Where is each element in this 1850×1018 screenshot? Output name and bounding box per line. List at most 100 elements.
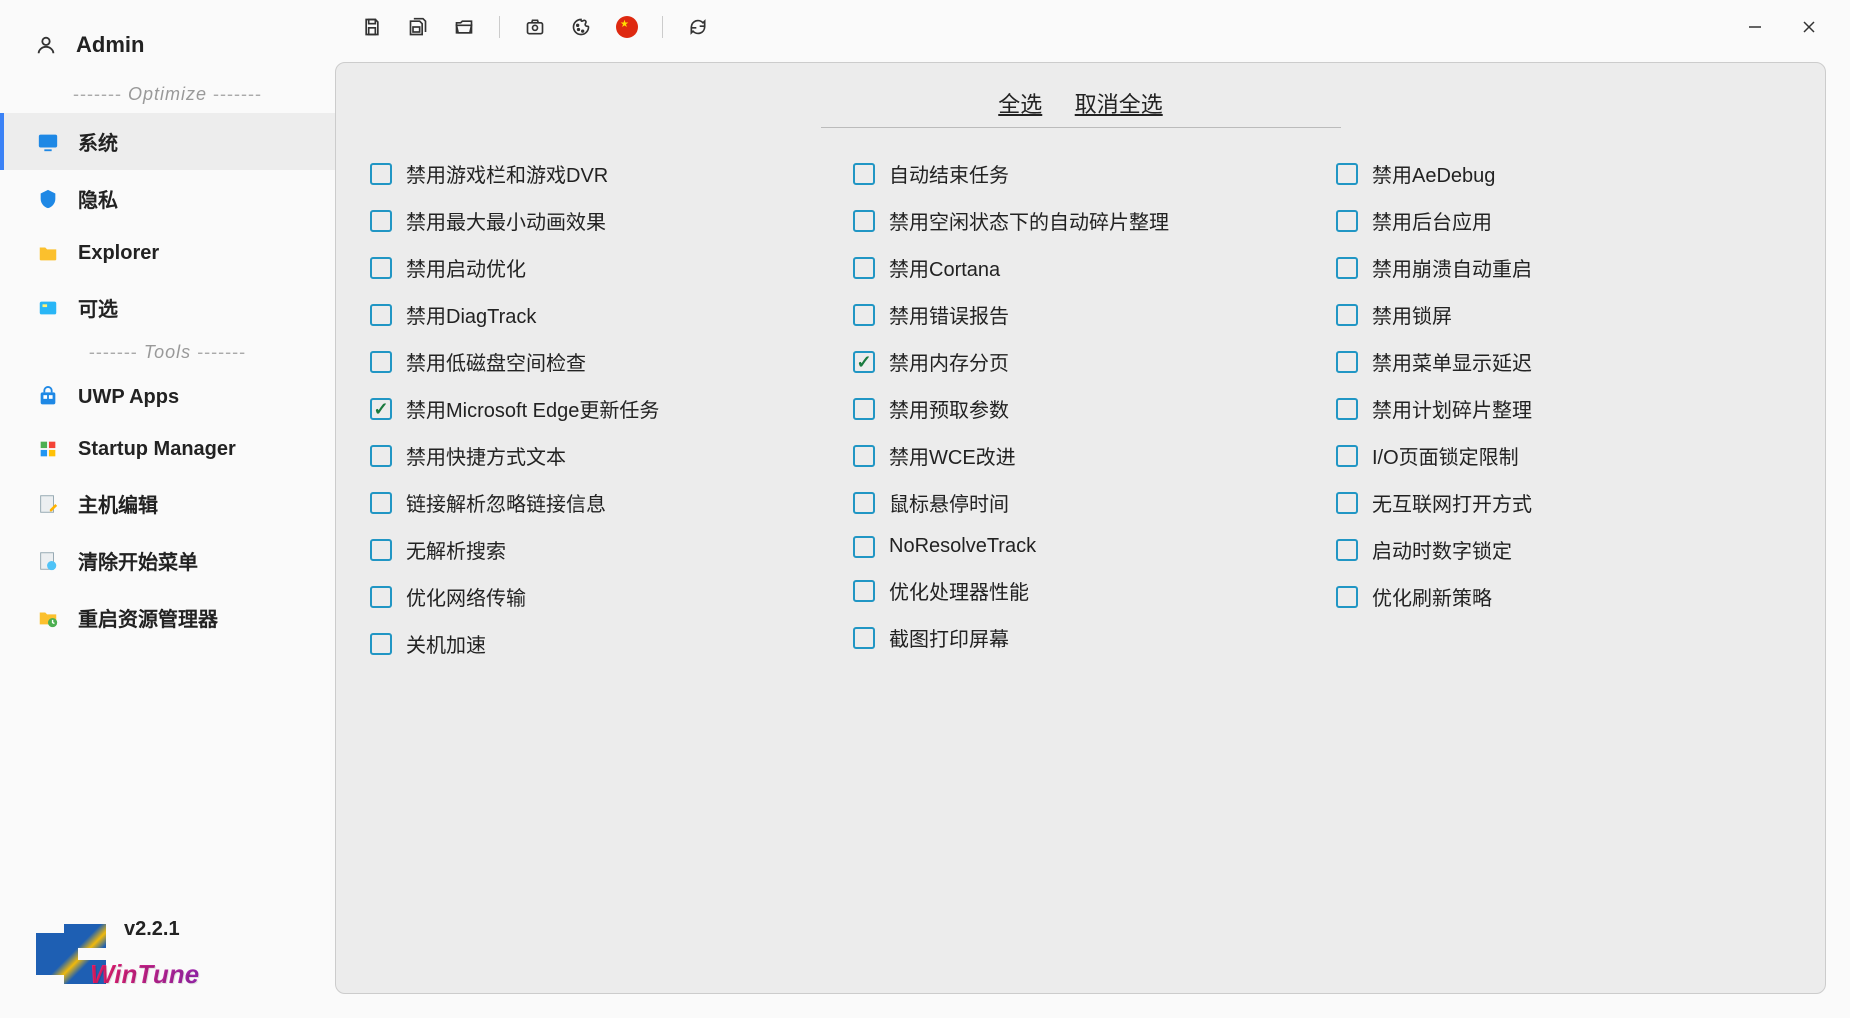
checkbox-option[interactable]: 禁用错误报告: [849, 291, 1312, 338]
checkbox-icon: [1336, 210, 1358, 232]
clean-icon: [36, 549, 60, 573]
nav-system[interactable]: 系统: [0, 113, 335, 170]
checkbox-icon: [370, 304, 392, 326]
logo-text: WinTune: [90, 959, 199, 990]
nav-optional[interactable]: 可选: [0, 279, 335, 336]
checkbox-option[interactable]: 禁用启动优化: [366, 244, 829, 291]
checkbox-label: 启动时数字锁定: [1372, 535, 1512, 564]
checkbox-option[interactable]: 优化网络传输: [366, 573, 829, 620]
checkbox-option[interactable]: 链接解析忽略链接信息: [366, 479, 829, 526]
checkbox-option[interactable]: 截图打印屏幕: [849, 614, 1312, 661]
checkbox-option[interactable]: 无解析搜索: [366, 526, 829, 573]
checkbox-label: 禁用崩溃自动重启: [1372, 253, 1532, 282]
checkbox-option[interactable]: 禁用锁屏: [1332, 291, 1795, 338]
checkbox-column: 禁用AeDebug 禁用后台应用禁用崩溃自动重启禁用锁屏禁用菜单显示延迟禁用计划碎…: [1332, 150, 1795, 667]
checkbox-option[interactable]: 禁用Cortana: [849, 244, 1312, 291]
select-all-link[interactable]: 全选: [998, 92, 1042, 117]
content-panel: 全选 取消全选 禁用游戏栏和游戏DVR 禁用最大最小动画效果禁用启动优化禁用Dia…: [335, 62, 1826, 994]
checkbox-label: 无互联网打开方式: [1372, 488, 1532, 517]
checkbox-icon: [1336, 492, 1358, 514]
nav-label: 系统: [78, 127, 118, 156]
checkbox-option[interactable]: 优化刷新策略: [1332, 573, 1795, 620]
checkbox-icon: [370, 539, 392, 561]
checkbox-label: 关机加速: [406, 629, 486, 658]
shield-icon: [36, 187, 60, 211]
panel-header: 全选 取消全选: [366, 87, 1795, 119]
checkbox-icon: [370, 163, 392, 185]
save-all-button[interactable]: [399, 8, 437, 46]
theme-button[interactable]: [562, 8, 600, 46]
checkbox-icon: [1336, 163, 1358, 185]
flag-cn-icon: [616, 16, 638, 38]
checkbox-label: 优化刷新策略: [1372, 582, 1492, 611]
checkbox-option[interactable]: 禁用内存分页: [849, 338, 1312, 385]
checkbox-option[interactable]: 禁用DiagTrack: [366, 291, 829, 338]
checkbox-option[interactable]: 禁用预取参数: [849, 385, 1312, 432]
checkbox-label: I/O页面锁定限制: [1372, 441, 1519, 470]
nav-restart-explorer[interactable]: 重启资源管理器: [0, 589, 335, 646]
checkbox-option[interactable]: 自动结束任务: [849, 150, 1312, 197]
checkbox-column: 禁用游戏栏和游戏DVR 禁用最大最小动画效果禁用启动优化禁用DiagTrack 禁用…: [366, 150, 829, 667]
checkbox-icon: [370, 586, 392, 608]
checkbox-icon: [853, 210, 875, 232]
checkbox-option[interactable]: 禁用计划碎片整理: [1332, 385, 1795, 432]
checkbox-option[interactable]: 禁用快捷方式文本: [366, 432, 829, 479]
checkbox-option[interactable]: 禁用最大最小动画效果: [366, 197, 829, 244]
nav-startup[interactable]: Startup Manager: [0, 423, 335, 475]
nav-uwp[interactable]: UWP Apps: [0, 371, 335, 423]
nav-clearstart[interactable]: 清除开始菜单: [0, 532, 335, 589]
store-icon: [36, 385, 60, 409]
checkbox-icon: [853, 536, 875, 558]
checkbox-option[interactable]: 禁用后台应用: [1332, 197, 1795, 244]
checkbox-label: 禁用计划碎片整理: [1372, 394, 1532, 423]
checkbox-option[interactable]: 禁用AeDebug: [1332, 150, 1795, 197]
checkbox-option[interactable]: 禁用崩溃自动重启: [1332, 244, 1795, 291]
nav-label: Explorer: [78, 242, 159, 265]
checkbox-label: 禁用后台应用: [1372, 206, 1492, 235]
nav-hosts[interactable]: 主机编辑: [0, 475, 335, 532]
checkbox-icon: [1336, 445, 1358, 467]
app-logo: v2.2.1 WinTune: [36, 918, 199, 990]
checkbox-option[interactable]: 禁用WCE改进: [849, 432, 1312, 479]
checkbox-option[interactable]: 无互联网打开方式: [1332, 479, 1795, 526]
checkbox-label: 禁用菜单显示延迟: [1372, 347, 1532, 376]
checkbox-option[interactable]: 禁用空闲状态下的自动碎片整理: [849, 197, 1312, 244]
nav-privacy[interactable]: 隐私: [0, 170, 335, 227]
checkbox-option[interactable]: 禁用低磁盘空间检查: [366, 338, 829, 385]
checkbox-label: 禁用内存分页: [889, 347, 1009, 376]
nav-label: 清除开始菜单: [78, 546, 198, 575]
nav-label: 可选: [78, 293, 118, 322]
checkbox-label: 禁用快捷方式文本: [406, 441, 566, 470]
checkbox-label: 禁用游戏栏和游戏DVR: [406, 159, 608, 188]
save-button[interactable]: [353, 8, 391, 46]
checkbox-option[interactable]: 禁用游戏栏和游戏DVR: [366, 150, 829, 197]
screenshot-button[interactable]: [516, 8, 554, 46]
toolbar: [335, 0, 1850, 54]
checkbox-label: 禁用DiagTrack: [406, 300, 536, 329]
checkbox-label: 截图打印屏幕: [889, 623, 1009, 652]
section-optimize: ------- Optimize -------: [0, 84, 335, 105]
checkbox-option[interactable]: NoResolveTrack: [849, 526, 1312, 567]
checkbox-option[interactable]: 优化处理器性能: [849, 567, 1312, 614]
checkbox-option[interactable]: 关机加速: [366, 620, 829, 667]
checkbox-option[interactable]: 鼠标悬停时间: [849, 479, 1312, 526]
checkbox-icon: [1336, 398, 1358, 420]
checkbox-label: 禁用WCE改进: [889, 441, 1016, 470]
toolbar-separator: [499, 16, 500, 38]
checkbox-option[interactable]: 禁用Microsoft Edge更新任务: [366, 385, 829, 432]
checkbox-icon: [853, 257, 875, 279]
checkbox-icon: [853, 398, 875, 420]
checkbox-icon: [1336, 304, 1358, 326]
minimize-button[interactable]: [1732, 8, 1778, 46]
nav-explorer[interactable]: Explorer: [0, 227, 335, 279]
checkbox-option[interactable]: 启动时数字锁定: [1332, 526, 1795, 573]
checkbox-label: 禁用错误报告: [889, 300, 1009, 329]
language-button[interactable]: [608, 8, 646, 46]
close-button[interactable]: [1786, 8, 1832, 46]
deselect-all-link[interactable]: 取消全选: [1075, 92, 1163, 117]
nav-label: UWP Apps: [78, 386, 179, 409]
open-button[interactable]: [445, 8, 483, 46]
checkbox-option[interactable]: 禁用菜单显示延迟: [1332, 338, 1795, 385]
checkbox-option[interactable]: I/O页面锁定限制: [1332, 432, 1795, 479]
refresh-button[interactable]: [679, 8, 717, 46]
